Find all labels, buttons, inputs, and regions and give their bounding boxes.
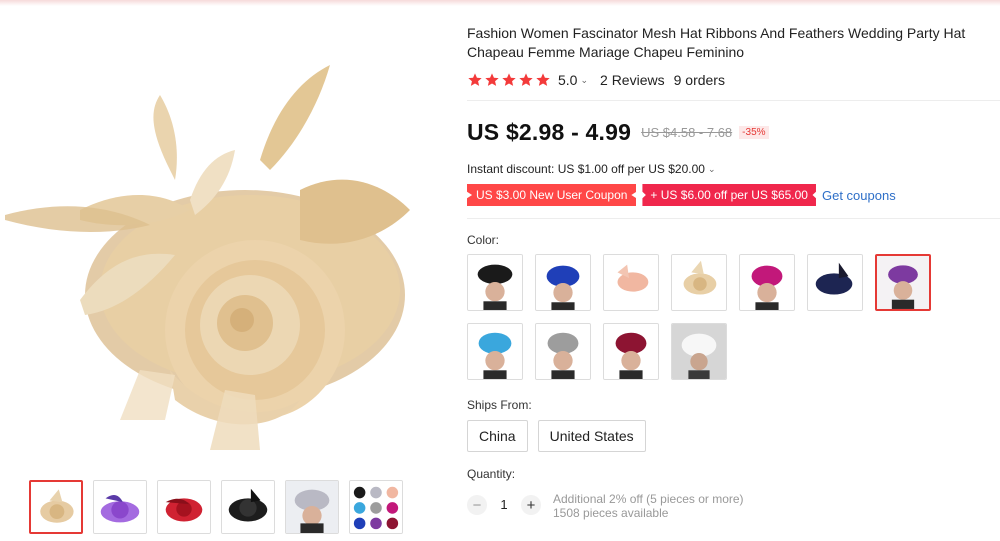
discount-badge: -35%: [739, 126, 769, 139]
color-swatches: [467, 254, 947, 380]
swatch-peach[interactable]: [603, 254, 659, 311]
red-hat-thumb-icon: [158, 481, 210, 533]
ships-from-united-states[interactable]: United States: [537, 420, 646, 452]
grey-fascinator-icon: [536, 324, 590, 379]
swatch-royal-blue[interactable]: [535, 254, 591, 311]
quantity-notes: Additional 2% off (5 pieces or more) 150…: [553, 492, 744, 520]
royal-blue-fascinator-icon: [536, 255, 590, 310]
swatch-grey[interactable]: [535, 323, 591, 380]
store-coupon[interactable]: + US $6.00 off per US $65.00: [642, 184, 816, 206]
thumbnail-strip: [29, 480, 403, 534]
divider: [467, 100, 1000, 101]
quantity-input[interactable]: 1: [487, 497, 521, 512]
increase-quantity-button[interactable]: +: [521, 495, 541, 515]
quantity-label: Quantity:: [467, 467, 516, 481]
thumbnail-model-grey[interactable]: [285, 480, 339, 534]
star-icon: [519, 73, 533, 86]
thumbnail-champagne[interactable]: [29, 480, 83, 534]
swatch-champagne[interactable]: [671, 254, 727, 311]
star-icon: [502, 73, 516, 86]
product-info: Fashion Women Fascinator Mesh Hat Ribbon…: [467, 24, 1000, 520]
divider: [467, 218, 1000, 219]
quantity-stepper: − 1 + Additional 2% off (5 pieces or mor…: [467, 492, 1000, 520]
purple-fascinator-icon: [877, 256, 929, 309]
rating-value[interactable]: 5.0: [558, 72, 577, 88]
ships-from-label: Ships From:: [467, 398, 532, 412]
orders-count: 9 orders: [673, 72, 725, 88]
coupon-row: US $3.00 New User Coupon + US $6.00 off …: [467, 184, 1000, 206]
get-coupons-link[interactable]: Get coupons: [822, 188, 896, 203]
swatch-burgundy[interactable]: [603, 323, 659, 380]
swatch-white[interactable]: [671, 323, 727, 380]
star-icon: [536, 73, 550, 86]
model-grey-hat-thumb-icon: [286, 481, 338, 533]
stock-available: 1508 pieces available: [553, 506, 669, 520]
chevron-down-icon[interactable]: ⌄: [580, 75, 588, 86]
thumbnail-black[interactable]: [221, 480, 275, 534]
magenta-fascinator-icon: [740, 255, 794, 310]
ships-from-options: China United States: [467, 420, 1000, 452]
decrease-quantity-button[interactable]: −: [467, 495, 487, 515]
swatch-navy[interactable]: [807, 254, 863, 311]
thumbnail-purple[interactable]: [93, 480, 147, 534]
sky-blue-fascinator-icon: [468, 324, 522, 379]
swatch-black[interactable]: [467, 254, 523, 311]
instant-discount[interactable]: Instant discount: US $1.00 off per US $2…: [467, 162, 1000, 176]
product-title: Fashion Women Fascinator Mesh Hat Ribbon…: [467, 25, 966, 60]
champagne-fascinator-icon: [672, 255, 726, 310]
star-icon: [485, 73, 499, 86]
navy-fascinator-icon: [808, 255, 862, 310]
peach-fascinator-icon: [604, 255, 658, 310]
price-row: US $2.98 - 4.99 US $4.58 - 7.68 -35%: [467, 119, 1000, 146]
instant-discount-text: Instant discount: US $1.00 off per US $2…: [467, 162, 705, 176]
color-label: Color:: [467, 233, 500, 247]
top-shadow: [0, 0, 1000, 6]
main-product-image[interactable]: [0, 40, 440, 450]
champagne-hat-thumb-icon: [31, 482, 81, 532]
star-rating[interactable]: [467, 72, 551, 88]
thumbnail-red[interactable]: [157, 480, 211, 534]
purple-hat-thumb-icon: [94, 481, 146, 533]
current-price: US $2.98 - 4.99: [467, 119, 632, 145]
ships-from-china[interactable]: China: [467, 420, 528, 452]
swatch-magenta[interactable]: [739, 254, 795, 311]
color-collage-thumb-icon: [350, 481, 402, 533]
thumbnail-color-collage[interactable]: [349, 480, 403, 534]
burgundy-fascinator-icon: [604, 324, 658, 379]
new-user-coupon[interactable]: US $3.00 New User Coupon: [467, 184, 637, 206]
swatch-purple[interactable]: [875, 254, 931, 311]
swatch-sky-blue[interactable]: [467, 323, 523, 380]
star-icon: [468, 73, 482, 86]
chevron-down-icon: ⌄: [707, 163, 716, 174]
original-price: US $4.58 - 7.68: [641, 125, 733, 140]
white-fascinator-icon: [672, 324, 726, 379]
bulk-discount-note: Additional 2% off (5 pieces or more): [553, 492, 744, 506]
black-hat-thumb-icon: [222, 481, 274, 533]
black-fascinator-icon: [468, 255, 522, 310]
rating-row: 5.0 ⌄ 2 Reviews 9 orders: [467, 72, 1000, 88]
reviews-link[interactable]: 2 Reviews: [600, 72, 665, 88]
